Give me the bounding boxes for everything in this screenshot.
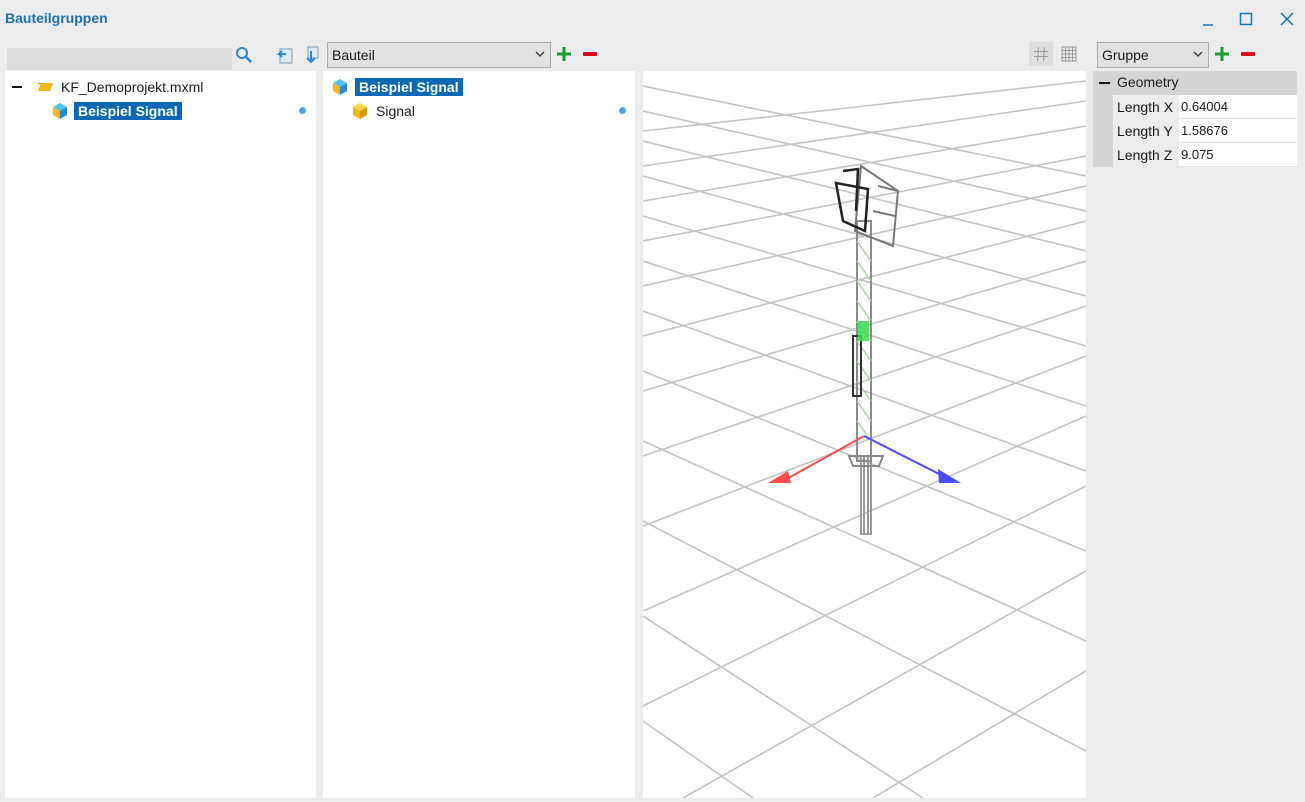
fine-grid-toggle-button[interactable] [1057, 42, 1081, 66]
search-button[interactable] [233, 45, 255, 65]
remove-icon [1241, 52, 1255, 56]
remove-property-button[interactable] [1239, 44, 1257, 64]
close-button[interactable] [1276, 8, 1298, 30]
import-icon [276, 48, 293, 64]
add-icon [1215, 47, 1229, 61]
status-indicator [299, 107, 306, 114]
search-input[interactable] [7, 48, 232, 70]
property-value[interactable]: 0.64004 [1179, 95, 1297, 119]
property-row[interactable]: Length Z 9.075 [1093, 143, 1297, 167]
property-value[interactable]: 9.075 [1179, 143, 1297, 167]
tree-node-project[interactable]: KF_Demoprojekt.mxml [11, 76, 203, 98]
component-group-icon [53, 103, 67, 119]
chevron-down-icon [1193, 51, 1203, 57]
tree-node-signal[interactable]: Signal [351, 100, 415, 122]
property-group-select[interactable]: Gruppe [1097, 42, 1209, 68]
collapse-icon[interactable] [11, 81, 23, 93]
component-type-select-value: Bauteil [332, 47, 375, 63]
export-icon [306, 46, 319, 64]
property-name: Length X [1117, 99, 1174, 115]
status-indicator [619, 107, 626, 114]
3d-scene[interactable] [643, 71, 1086, 798]
property-row[interactable]: Length Y 1.58676 [1093, 119, 1297, 143]
property-row[interactable]: Length X 0.64004 [1093, 95, 1297, 119]
tree-node-beispiel-signal[interactable]: Beispiel Signal [51, 100, 182, 122]
tree-node-group-root-label: Beispiel Signal [355, 78, 463, 96]
maximize-icon [1239, 12, 1253, 26]
property-name: Length Y [1117, 123, 1173, 139]
grid-fine-icon [1061, 46, 1077, 62]
export-button[interactable] [301, 44, 321, 66]
property-group-header[interactable]: Geometry [1093, 71, 1297, 95]
add-icon [557, 47, 571, 61]
search-icon [236, 47, 252, 63]
grid-icon [1034, 46, 1048, 62]
axis-y-handle[interactable] [858, 321, 869, 341]
property-group-label: Geometry [1117, 74, 1179, 90]
component-type-select[interactable]: Bauteil [327, 42, 551, 68]
tree-node-group-root[interactable]: Beispiel Signal [331, 76, 463, 98]
project-tree-panel: KF_Demoprojekt.mxml Beispiel Signal [5, 71, 316, 798]
axis-z-arrow[interactable] [938, 469, 961, 483]
import-button[interactable] [275, 44, 295, 66]
tree-node-project-label: KF_Demoprojekt.mxml [61, 79, 204, 95]
maximize-button[interactable] [1235, 8, 1257, 30]
add-component-button[interactable] [555, 44, 573, 64]
property-group-select-value: Gruppe [1102, 47, 1149, 63]
component-group-icon [333, 79, 347, 95]
close-icon [1280, 12, 1294, 26]
3d-viewport[interactable] [643, 71, 1086, 798]
folder-icon [36, 83, 53, 91]
add-property-button[interactable] [1213, 44, 1231, 64]
collapse-icon[interactable] [1098, 76, 1112, 90]
minimize-button[interactable] [1197, 8, 1219, 30]
minimize-icon [1203, 24, 1213, 26]
tree-node-beispiel-signal-label: Beispiel Signal [74, 102, 182, 120]
property-name: Length Z [1117, 147, 1173, 163]
component-icon [353, 103, 367, 119]
grid-toggle-button[interactable] [1029, 42, 1053, 66]
chevron-down-icon [535, 51, 545, 57]
component-tree-panel: Beispiel Signal Signal [323, 71, 635, 798]
axis-x-line [782, 435, 865, 482]
tree-node-signal-label: Signal [376, 103, 415, 119]
window-title: Bauteilgruppen [5, 10, 108, 26]
property-value[interactable]: 1.58676 [1179, 119, 1297, 143]
remove-icon [583, 52, 597, 56]
remove-component-button[interactable] [581, 44, 599, 64]
signal-model [834, 164, 900, 535]
